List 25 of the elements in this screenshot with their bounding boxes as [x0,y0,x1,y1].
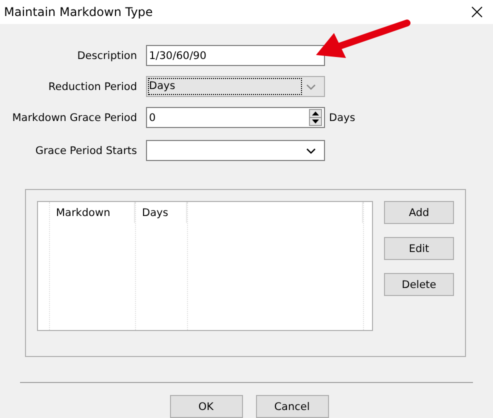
caret-icon [306,84,316,90]
field-value: 0 [148,112,157,124]
action-button[interactable]: Edit [384,237,454,260]
action-button[interactable]: Add [384,201,454,224]
column-header[interactable]: Markdown [50,202,135,223]
description-field[interactable]: 1/30/60/90 [146,45,325,66]
field-value: 1/30/60/90 [148,50,208,62]
field-label: Reduction Period [47,80,137,92]
list-view[interactable]: Markdown Days [37,201,373,331]
unit-label: Days [329,112,356,124]
field-label: Markdown Grace Period [11,112,137,124]
caret-icon [306,148,316,154]
field-label: Description [76,50,137,62]
dialog-button[interactable]: OK [170,395,242,418]
spinner-field[interactable]: 0 [146,107,325,128]
dropdown[interactable]: Days [146,76,325,97]
action-button[interactable]: Delete [384,273,454,296]
window-title: Maintain Markdown Type [4,5,153,19]
dropdown[interactable] [146,140,325,161]
field-value: Days [149,79,301,94]
column-header[interactable]: Days [136,202,187,223]
dialog-button[interactable]: Cancel [256,395,328,418]
field-label: Grace Period Starts [34,144,137,156]
close-icon[interactable] [471,6,483,18]
spinner-arrows-icon[interactable] [309,109,322,126]
